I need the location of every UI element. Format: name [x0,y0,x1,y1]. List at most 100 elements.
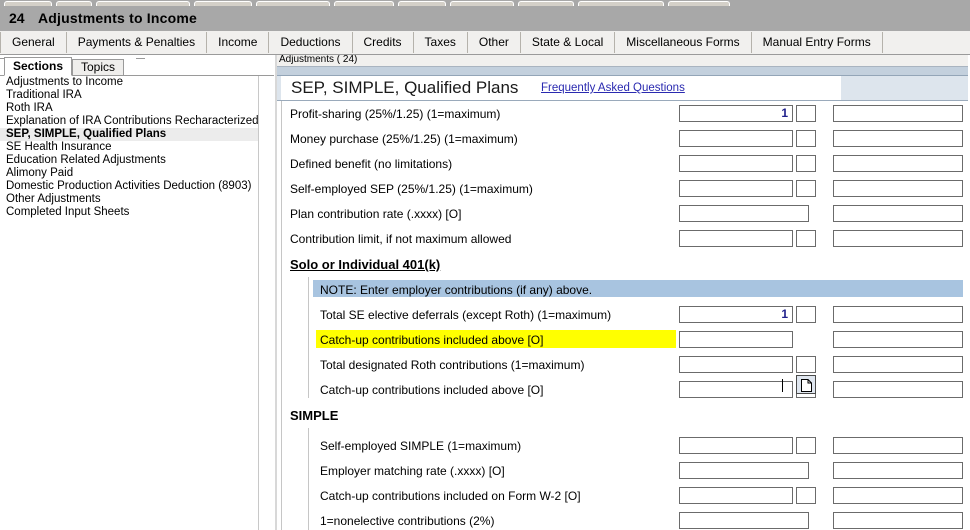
leader-dots: . . . . . . . . . [611,363,675,371]
input-profit-sharing-spouse[interactable] [833,105,963,122]
application-window: 24 Adjustments to Income General Payment… [0,0,970,530]
input-money-purchase[interactable] [679,130,793,147]
form-number: 24 [9,10,25,26]
tab-payments-penalties[interactable]: Payments & Penalties [67,32,208,53]
input-total-designated-roth[interactable] [679,356,793,373]
input-catchup-included-above-2-spouse[interactable] [833,381,963,398]
tab-deductions[interactable]: Deductions [269,32,353,53]
page-title: Adjustments to Income [38,10,197,26]
input-self-employed-simple[interactable] [679,437,793,454]
leader-dots: . . . . . . . . . . . . . . . . . . . . [532,444,675,452]
input-defined-benefit-spouse[interactable] [833,155,963,172]
form-row-contribution-limit: Contribution limit, if not maximum allow… [277,228,970,253]
tab-general[interactable]: General [0,32,67,53]
section-title: SEP, SIMPLE, Qualified Plans [291,78,519,97]
form-row-defined-benefit: Defined benefit (no limitations) . . . .… [277,153,970,178]
label-contribution-limit: Contribution limit, if not maximum allow… [290,232,512,246]
tab-other[interactable]: Other [468,32,521,53]
input-employer-matching-rate[interactable] [679,462,809,479]
form-row-total-designated-roth: Total designated Roth contributions (1=m… [277,354,970,379]
section-list[interactable]: Adjustments to Income Traditional IRA Ro… [0,76,259,530]
input-catchup-form-w2-sm[interactable] [796,487,816,504]
input-money-purchase-spouse[interactable] [833,130,963,147]
tab-taxes[interactable]: Taxes [414,32,468,53]
sections-topics-tabs[interactable]: Sections Topics [0,55,274,76]
sidebar-item-se-health-insurance[interactable]: SE Health Insurance [0,141,258,154]
leader-dots: . . . . . . . . . [605,494,675,502]
input-plan-contribution-rate[interactable] [679,205,809,222]
breadcrumb-bar: Adjustments ( 24) [277,55,970,67]
tab-credits[interactable]: Credits [353,32,414,53]
tab-manual-entry-forms[interactable]: Manual Entry Forms [752,32,883,53]
input-catchup-included-above-1[interactable] [679,331,793,348]
input-nonelective-contributions-spouse[interactable] [833,512,963,529]
input-catchup-included-above-2[interactable] [679,381,793,398]
label-total-se-elective-deferrals: Total SE elective deferrals (except Roth… [320,308,612,322]
text-caret [782,379,783,392]
form-row-profit-sharing: Profit-sharing (25%/1.25) (1=maximum) . … [277,103,970,128]
heading-solo-401k-text: Solo or Individual 401(k) [290,257,441,272]
input-catchup-form-w2[interactable] [679,487,793,504]
leader-dots: . . . . . . . . . . . . . . . . . . . . … [472,212,675,220]
label-total-designated-roth: Total designated Roth contributions (1=m… [320,358,585,372]
input-nonelective-contributions[interactable] [679,512,809,529]
input-contribution-limit[interactable] [679,230,793,247]
input-catchup-included-above-1-spouse[interactable] [833,331,963,348]
input-employer-matching-rate-spouse[interactable] [833,462,963,479]
input-self-employed-sep-spouse[interactable] [833,180,963,197]
sidebar-item-other-adjustments[interactable]: Other Adjustments [0,193,258,206]
input-contribution-limit-spouse[interactable] [833,230,963,247]
label-catchup-form-w2: Catch-up contributions included on Form … [320,489,581,503]
leader-dots: . . . . . . . . . . . . . . . . . . . . … [515,137,675,145]
input-plan-contribution-rate-spouse[interactable] [833,205,963,222]
input-defined-benefit-sm[interactable] [796,155,816,172]
sidebar-item-adjustments-to-income[interactable]: Adjustments to Income [0,76,258,89]
form-title-bar: 24 Adjustments to Income [0,6,970,32]
form-row-employer-matching-rate: Employer matching rate (.xxxx) [O] . . .… [277,460,970,485]
input-self-employed-sep-sm[interactable] [796,180,816,197]
label-self-employed-sep: Self-employed SEP (25%/1.25) (1=maximum) [290,182,533,196]
input-self-employed-simple-sm[interactable] [796,437,816,454]
note-text: NOTE: Enter employer contributions (if a… [320,283,593,297]
sidebar-item-education-related-adjustments[interactable]: Education Related Adjustments [0,154,258,167]
sidebar-item-explanation-ira-recharacterized[interactable]: Explanation of IRA Contributions Rechara… [0,115,259,128]
sidebar-item-sep-simple-qualified-plans[interactable]: SEP, SIMPLE, Qualified Plans [0,128,258,141]
form-row-self-employed-sep: Self-employed SEP (25%/1.25) (1=maximum)… [277,178,970,203]
input-profit-sharing[interactable]: 1 [679,105,793,122]
sections-scrollbar[interactable] [258,76,274,530]
input-total-designated-roth-spouse[interactable] [833,356,963,373]
tab-topics[interactable]: Topics [72,59,125,75]
label-defined-benefit: Defined benefit (no limitations) [290,157,453,171]
tab-state-local[interactable]: State & Local [521,32,616,53]
input-self-employed-sep[interactable] [679,180,793,197]
label-profit-sharing: Profit-sharing (25%/1.25) (1=maximum) [290,107,501,121]
tab-miscellaneous-forms[interactable]: Miscellaneous Forms [615,32,752,53]
section-heading-simple: SIMPLE [277,406,970,428]
sidebar-item-roth-ira[interactable]: Roth IRA [0,102,258,115]
input-self-employed-simple-spouse[interactable] [833,437,963,454]
input-total-se-elective-deferrals-spouse[interactable] [833,306,963,323]
faq-link[interactable]: Frequently Asked Questions [541,82,685,94]
form-content-pane: Adjustments ( 24) SEP, SIMPLE, Qualified… [277,55,970,530]
input-defined-benefit[interactable] [679,155,793,172]
sidebar-item-completed-input-sheets[interactable]: Completed Input Sheets [0,206,258,219]
sidebar-item-traditional-ira[interactable]: Traditional IRA [0,89,258,102]
leader-dots: . . . . . . . . . . . . . . . [565,338,675,346]
sidebar-item-domestic-production-activities-deduction[interactable]: Domestic Production Activities Deduction… [0,180,258,193]
label-plan-contribution-rate: Plan contribution rate (.xxxx) [O] [290,207,462,221]
detail-sheet-icon[interactable] [796,375,816,394]
input-contribution-limit-sm[interactable] [796,230,816,247]
input-total-se-elective-deferrals[interactable]: 1 [679,306,793,323]
tab-sections[interactable]: Sections [4,57,73,76]
form-row-nonelective-contributions: 1=nonelective contributions (2%) . . . .… [277,510,970,530]
input-profit-sharing-sm[interactable] [796,105,816,122]
label-employer-matching-rate: Employer matching rate (.xxxx) [O] [320,464,505,478]
section-title-band: SEP, SIMPLE, Qualified Plans Frequently … [277,76,970,101]
tab-income[interactable]: Income [207,32,270,53]
category-tab-bar[interactable]: General Payments & Penalties Income Dedu… [0,31,970,55]
sidebar-item-alimony-paid[interactable]: Alimony Paid [0,167,258,180]
input-total-designated-roth-sm[interactable] [796,356,816,373]
input-catchup-form-w2-spouse[interactable] [833,487,963,504]
input-money-purchase-sm[interactable] [796,130,816,147]
input-total-se-elective-deferrals-sm[interactable] [796,306,816,323]
